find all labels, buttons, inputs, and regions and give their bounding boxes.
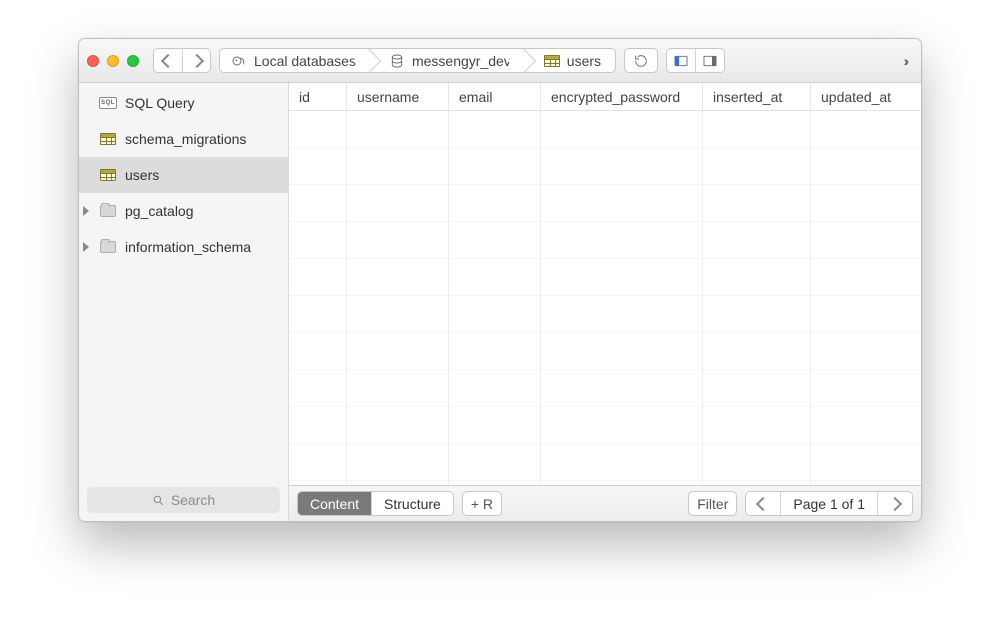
pane-layout-toggle xyxy=(666,48,725,73)
nav-back-button[interactable] xyxy=(154,49,182,72)
breadcrumb-local-databases[interactable]: Local databases xyxy=(220,49,370,72)
column-header-id[interactable]: id xyxy=(289,83,347,110)
chevron-right-icon xyxy=(189,53,203,67)
chevron-left-icon xyxy=(756,496,770,510)
sidebar-item-users[interactable]: users xyxy=(79,157,288,193)
titlebar: Local databases messengyr_dev users xyxy=(79,39,921,83)
tab-content[interactable]: Content xyxy=(298,491,371,516)
sidebar-item-label: pg_catalog xyxy=(125,203,194,219)
tab-structure[interactable]: Structure xyxy=(371,491,453,516)
app-window: Local databases messengyr_dev users xyxy=(78,38,922,522)
table-footer: Content Structure + R Filter Page 1 of 1 xyxy=(289,485,921,521)
reload-button[interactable] xyxy=(624,48,658,73)
sidebar-item-schema-migrations[interactable]: schema_migrations xyxy=(79,121,288,157)
sidebar-list: SQL SQL Query schema_migrations users xyxy=(79,83,288,479)
table-icon xyxy=(543,54,561,68)
breadcrumb-table[interactable]: users xyxy=(525,49,615,72)
nav-forward-button[interactable] xyxy=(182,49,210,72)
breadcrumb: Local databases messengyr_dev users xyxy=(219,48,616,73)
elephant-icon xyxy=(230,54,248,68)
reload-icon xyxy=(633,53,649,69)
sidebar-item-label: users xyxy=(125,167,159,183)
column-header-email[interactable]: email xyxy=(449,83,541,110)
breadcrumb-label: users xyxy=(567,53,601,69)
sidebar-search-input[interactable]: Search xyxy=(87,487,280,513)
database-icon xyxy=(388,54,406,68)
sidebar-item-sql-query[interactable]: SQL SQL Query xyxy=(79,85,288,121)
column-header-username[interactable]: username xyxy=(347,83,449,110)
chevron-left-icon xyxy=(161,53,175,67)
nav-back-forward xyxy=(153,48,211,73)
add-row-button[interactable]: + R xyxy=(462,491,502,516)
table-header: id username email encrypted_password ins… xyxy=(289,83,921,111)
zoom-window-button[interactable] xyxy=(127,55,139,67)
left-pane-toggle[interactable] xyxy=(667,49,695,72)
sidebar: SQL SQL Query schema_migrations users xyxy=(79,83,289,521)
search-icon xyxy=(152,494,165,507)
filter-button[interactable]: Filter xyxy=(688,491,737,516)
chevron-right-icon xyxy=(888,496,902,510)
column-header-updated-at[interactable]: updated_at xyxy=(811,83,917,110)
chevron-double-right-icon: ›› xyxy=(904,53,905,69)
left-pane-icon xyxy=(673,53,689,69)
disclosure-triangle-icon[interactable] xyxy=(83,206,89,216)
page-indicator: Page 1 of 1 xyxy=(780,491,877,516)
folder-icon xyxy=(99,240,117,254)
content-structure-tabs: Content Structure xyxy=(297,491,454,516)
sql-icon: SQL xyxy=(99,96,117,110)
breadcrumb-label: Local databases xyxy=(254,53,356,69)
sidebar-item-label: SQL Query xyxy=(125,95,195,111)
breadcrumb-label: messengyr_dev xyxy=(412,53,511,69)
window-controls xyxy=(87,55,139,67)
right-pane-icon xyxy=(702,53,718,69)
sidebar-item-pg-catalog[interactable]: pg_catalog xyxy=(79,193,288,229)
toolbar-overflow-button[interactable]: ›› xyxy=(896,48,913,73)
sidebar-item-information-schema[interactable]: information_schema xyxy=(79,229,288,265)
table-body-empty[interactable] xyxy=(289,111,921,485)
right-pane-toggle[interactable] xyxy=(695,49,724,72)
minimize-window-button[interactable] xyxy=(107,55,119,67)
sidebar-search-placeholder: Search xyxy=(171,492,215,508)
sidebar-item-label: information_schema xyxy=(125,239,251,255)
table-view: id username email encrypted_password ins… xyxy=(289,83,921,521)
column-header-inserted-at[interactable]: inserted_at xyxy=(703,83,811,110)
close-window-button[interactable] xyxy=(87,55,99,67)
column-header-encrypted-password[interactable]: encrypted_password xyxy=(541,83,703,110)
sidebar-item-label: schema_migrations xyxy=(125,131,246,147)
table-icon xyxy=(99,132,117,146)
grid-column-dividers xyxy=(289,111,921,485)
breadcrumb-database[interactable]: messengyr_dev xyxy=(370,49,525,72)
disclosure-triangle-icon[interactable] xyxy=(83,242,89,252)
pagination: Page 1 of 1 xyxy=(745,491,913,516)
next-page-button[interactable] xyxy=(877,491,912,516)
prev-page-button[interactable] xyxy=(746,491,780,516)
folder-icon xyxy=(99,204,117,218)
table-icon xyxy=(99,168,117,182)
